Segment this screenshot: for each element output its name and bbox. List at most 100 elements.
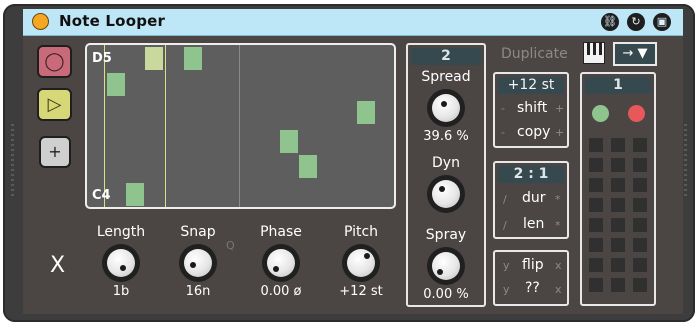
length-value: 1b xyxy=(112,284,130,299)
ratio-panel: 2 : 1 / dur * / len * xyxy=(493,161,569,239)
copy-minus[interactable]: - xyxy=(501,126,505,139)
spread-label: Spread xyxy=(421,69,471,85)
pattern-cell[interactable] xyxy=(611,158,625,172)
pattern-cell[interactable] xyxy=(611,138,625,152)
loop-icon[interactable]: ⛓ xyxy=(601,13,619,31)
right-grip xyxy=(684,124,687,196)
pattern-cell[interactable] xyxy=(633,178,647,192)
phase-label: Phase xyxy=(260,224,302,240)
power-icon[interactable] xyxy=(32,13,49,30)
roll-note[interactable] xyxy=(126,183,144,206)
len-star[interactable]: * xyxy=(555,219,561,232)
spray-value: 0.00 % xyxy=(423,287,469,302)
ratio-value[interactable]: 2 : 1 xyxy=(498,166,564,183)
direction-dropdown[interactable]: → ▼ xyxy=(613,42,657,66)
pattern-cell[interactable] xyxy=(633,278,647,292)
flip-y[interactable]: y xyxy=(503,259,510,272)
pattern-cell[interactable] xyxy=(611,198,625,212)
bar-divider xyxy=(239,45,240,207)
pattern-cell[interactable] xyxy=(611,178,625,192)
snap-knob[interactable] xyxy=(179,244,217,282)
pitch-knob[interactable] xyxy=(342,244,380,282)
pattern-cell[interactable] xyxy=(589,198,603,212)
snap-value: 16n xyxy=(185,284,211,299)
shift-button[interactable]: shift xyxy=(517,100,547,116)
flip-panel: y flip x y ?? x xyxy=(493,250,569,306)
piano-icon[interactable] xyxy=(583,42,605,64)
roll-note[interactable] xyxy=(107,73,125,96)
spread-value: 39.6 % xyxy=(423,129,469,144)
play-button[interactable]: ▷ xyxy=(37,88,72,121)
pattern-cell[interactable] xyxy=(633,158,647,172)
snap-label: Snap xyxy=(180,224,216,240)
pattern-cell[interactable] xyxy=(589,278,603,292)
pattern-cell[interactable] xyxy=(589,218,603,232)
refresh-icon[interactable]: ↻ xyxy=(627,13,645,31)
piano-roll[interactable]: D5 C4 xyxy=(85,43,396,209)
flip-x[interactable]: x xyxy=(555,259,562,272)
roll-note[interactable] xyxy=(357,101,375,124)
pattern-cell[interactable] xyxy=(633,138,647,152)
random-y[interactable]: y xyxy=(503,283,510,296)
loop-end-line xyxy=(165,45,166,207)
dur-button[interactable]: dur xyxy=(522,190,546,206)
pitch-label: Pitch xyxy=(343,224,379,240)
pattern-cell[interactable] xyxy=(589,138,603,152)
random-button[interactable]: ?? xyxy=(525,280,540,296)
length-knob-group: Length 1b xyxy=(88,224,154,299)
pattern-cell[interactable] xyxy=(611,218,625,232)
loop-start-line xyxy=(104,45,105,207)
device-title: Note Looper xyxy=(59,12,166,30)
pattern-cell[interactable] xyxy=(611,258,625,272)
pattern-cell[interactable] xyxy=(611,238,625,252)
roll-top-label: D5 xyxy=(92,51,112,66)
pattern-cell[interactable] xyxy=(611,278,625,292)
pitch-knob-group: Pitch +12 st xyxy=(328,224,394,299)
pattern-red-led[interactable] xyxy=(628,105,645,122)
pattern-cell[interactable] xyxy=(589,238,603,252)
duplicate-label[interactable]: Duplicate xyxy=(501,46,568,62)
record-button[interactable]: ◯ xyxy=(37,45,72,78)
phase-knob[interactable] xyxy=(262,244,300,282)
shift-plus[interactable]: + xyxy=(555,102,564,115)
pattern-cell[interactable] xyxy=(589,178,603,192)
pattern-cell[interactable] xyxy=(589,258,603,272)
len-slash[interactable]: / xyxy=(503,219,507,232)
roll-note[interactable] xyxy=(299,155,317,178)
roll-note[interactable] xyxy=(280,130,298,153)
dur-slash[interactable]: / xyxy=(503,193,507,206)
dyn-knob[interactable] xyxy=(427,175,465,213)
random-x[interactable]: x xyxy=(555,283,562,296)
pattern-green-led[interactable] xyxy=(592,105,609,122)
snap-knob-group: Snap 16n xyxy=(165,224,231,299)
transpose-value[interactable]: +12 st xyxy=(498,77,564,94)
pattern-cell[interactable] xyxy=(589,158,603,172)
copy-plus[interactable]: + xyxy=(555,126,564,139)
roll-note-selected[interactable] xyxy=(145,47,163,70)
pattern-cell[interactable] xyxy=(633,198,647,212)
dyn-knob-group: Dyn xyxy=(408,155,484,215)
pattern-panel: 1 xyxy=(580,72,656,306)
add-button[interactable]: + xyxy=(39,136,71,168)
dur-star[interactable]: * xyxy=(555,193,561,206)
left-grip xyxy=(11,124,14,196)
spread-knob-group: Spread 39.6 % xyxy=(408,69,484,144)
pattern-cell[interactable] xyxy=(633,258,647,272)
spray-knob[interactable] xyxy=(427,247,465,285)
dyn-label: Dyn xyxy=(432,155,460,171)
roll-note[interactable] xyxy=(184,47,202,70)
pattern-cell[interactable] xyxy=(633,238,647,252)
len-button[interactable]: len xyxy=(523,216,544,232)
spray-label: Spray xyxy=(425,227,467,243)
spread-knob[interactable] xyxy=(427,89,465,127)
save-icon[interactable]: ▣ xyxy=(653,13,671,31)
length-label: Length xyxy=(96,224,146,240)
close-x-label[interactable]: X xyxy=(50,253,65,278)
flip-button[interactable]: flip xyxy=(522,257,544,273)
pattern-number[interactable]: 1 xyxy=(585,77,651,94)
length-knob[interactable] xyxy=(102,244,140,282)
pattern-cell[interactable] xyxy=(633,218,647,232)
copy-button[interactable]: copy xyxy=(517,124,550,140)
shift-minus[interactable]: - xyxy=(501,102,505,115)
middle-number-box[interactable]: 2 xyxy=(411,48,481,65)
